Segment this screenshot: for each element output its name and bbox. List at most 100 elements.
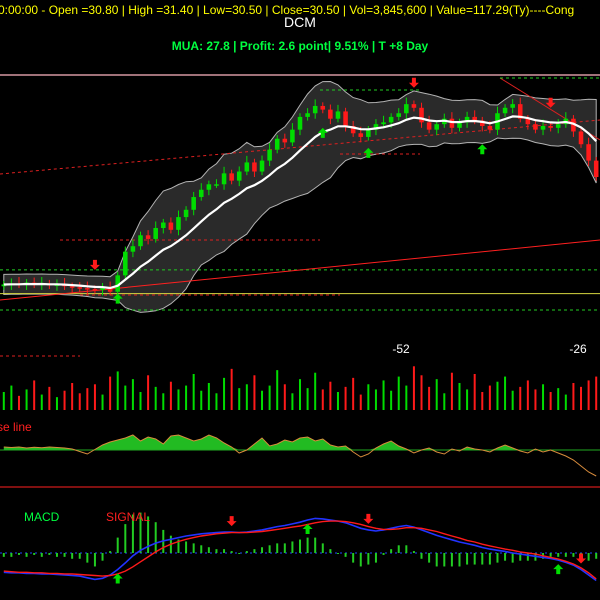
base-line-label: se line — [0, 420, 32, 434]
macd-histogram-bar — [86, 553, 89, 563]
macd-histogram-bar — [450, 553, 453, 567]
volume-bar — [116, 371, 119, 410]
macd-histogram-bar — [253, 549, 256, 553]
candle-body — [153, 228, 158, 239]
candle-body — [388, 116, 394, 123]
symbol-title: DCM — [284, 14, 316, 30]
volume-bar — [587, 380, 590, 410]
volume-bar — [276, 370, 279, 410]
volume-bar — [10, 385, 13, 410]
volume-bar — [496, 381, 499, 410]
volume-bar — [230, 368, 233, 410]
oscillator-fill — [3, 435, 597, 450]
volume-bar — [162, 393, 165, 410]
volume-bar — [420, 375, 423, 410]
macd-histogram-bar — [496, 553, 499, 563]
macd-histogram-bar — [511, 553, 514, 563]
candle-body — [69, 286, 75, 288]
volume-bar — [40, 394, 43, 410]
oscillator-panel — [0, 434, 600, 488]
candle-body — [206, 184, 212, 190]
volume-bar — [93, 384, 96, 410]
macd-histogram-bar — [78, 553, 81, 559]
volume-bar — [466, 389, 469, 410]
volume-bar — [299, 379, 301, 410]
volume-bar — [283, 384, 286, 410]
macd-histogram-bar — [359, 553, 362, 567]
volume-bar — [435, 379, 438, 410]
volume-bar — [336, 392, 339, 410]
candle-body — [168, 222, 174, 230]
volume-bar — [359, 394, 362, 410]
macd-histogram-bar — [40, 553, 43, 557]
macd-histogram-bar — [572, 553, 575, 557]
volume-bar — [2, 392, 5, 410]
candle-body — [540, 126, 546, 130]
volume-bar — [238, 388, 241, 410]
candle-body — [381, 122, 386, 125]
volume-bar — [268, 385, 271, 410]
macd-histogram-bar — [587, 553, 590, 561]
sell-signal-arrow — [408, 77, 419, 88]
macd-histogram-bar — [329, 549, 332, 553]
candle-body — [502, 107, 508, 114]
candle-body — [259, 160, 265, 172]
macd-histogram-bar — [526, 553, 529, 561]
candle-body — [176, 217, 181, 230]
volume-bar — [291, 393, 294, 410]
macd-panel — [0, 512, 600, 584]
signal-info: MUA: 27.8 | Profit: 2.6 point| 9.51% | T… — [172, 39, 429, 53]
volume-bar — [504, 376, 507, 410]
macd-histogram-bar — [192, 543, 195, 553]
macd-histogram-bar — [268, 545, 271, 553]
candle-body — [396, 113, 402, 117]
macd-histogram-bar — [245, 551, 248, 553]
candle-body — [305, 113, 310, 117]
volume-bar — [17, 395, 20, 410]
candle-body — [92, 289, 98, 291]
macd-histogram-bar — [185, 541, 188, 553]
volume-bar — [580, 386, 583, 410]
macd-histogram-bar — [336, 553, 339, 554]
candle-body — [586, 144, 591, 161]
macd-histogram-bar — [412, 551, 415, 553]
volume-panel — [2, 366, 598, 410]
volume-bar — [124, 385, 127, 410]
macd-histogram-bar — [238, 553, 241, 554]
macd-histogram-bar — [291, 541, 294, 553]
volume-bar — [192, 374, 195, 410]
candle-body — [138, 235, 143, 247]
candle-body — [555, 124, 561, 128]
macd-histogram-bar — [223, 549, 226, 553]
macd-histogram-bar — [116, 537, 119, 553]
macd-histogram-bar — [557, 553, 560, 557]
candle-body — [533, 124, 538, 130]
macd-histogram-bar — [299, 539, 301, 553]
volume-bar — [412, 366, 415, 410]
count-label-left: -52 — [392, 342, 410, 356]
macd-histogram-bar — [283, 543, 286, 553]
volume-bar — [458, 383, 461, 410]
macd-histogram-bar — [382, 553, 385, 555]
volume-bar — [382, 380, 385, 410]
macd-histogram-bar — [154, 522, 157, 553]
volume-bar — [131, 379, 134, 410]
volume-bar — [33, 380, 36, 410]
volume-bar — [450, 372, 453, 410]
count-label-right: -26 — [569, 342, 587, 356]
macd-histogram-bar — [595, 553, 598, 559]
macd-histogram-bar — [200, 545, 203, 553]
volume-bar — [154, 386, 157, 410]
macd-histogram-bar — [207, 547, 210, 553]
volume-bar — [177, 389, 180, 410]
volume-bar — [25, 389, 28, 410]
macd-histogram-bar — [230, 551, 233, 553]
volume-bar — [443, 393, 446, 410]
macd-histogram-bar — [352, 553, 355, 563]
candle-body — [578, 131, 584, 145]
candle-body — [77, 287, 83, 289]
macd-histogram-bar — [55, 553, 58, 557]
macd-histogram-bar — [93, 553, 96, 567]
macd-histogram-bar — [63, 553, 66, 557]
volume-bar — [405, 385, 408, 410]
